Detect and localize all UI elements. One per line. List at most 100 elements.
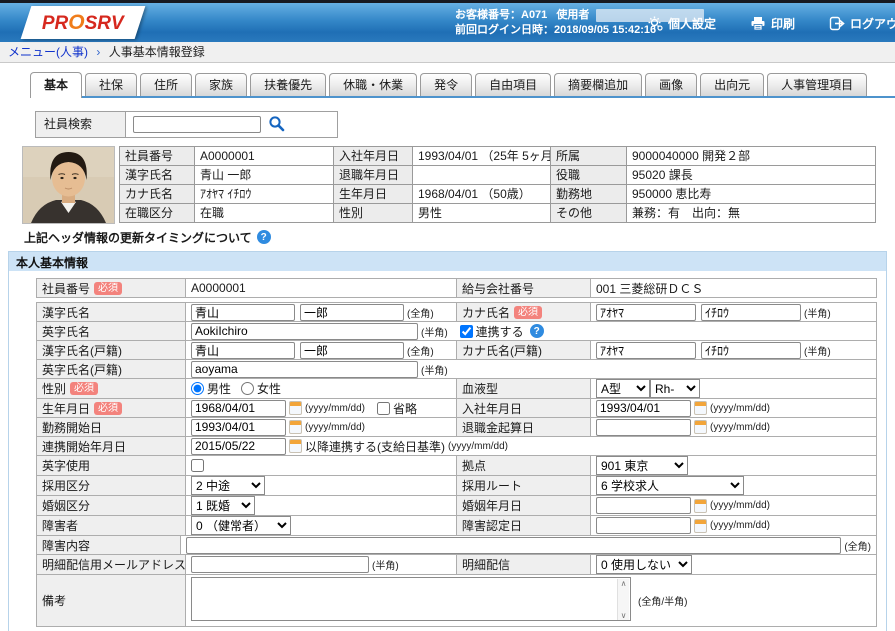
- konin-date-input[interactable]: [596, 497, 691, 514]
- birth-omit-label: 省略: [393, 400, 417, 417]
- tab-kyushoku[interactable]: 休職・休業: [329, 73, 417, 96]
- gender-male-label: 男性: [207, 380, 231, 397]
- kanji-first-name-input[interactable]: [300, 304, 404, 321]
- koseki-kanji-last-input[interactable]: [191, 342, 295, 359]
- calendar-icon[interactable]: [694, 499, 707, 513]
- row-eiji-use: 英字使用 拠点 901 東京: [36, 455, 877, 476]
- scroll-down-icon[interactable]: ∨: [621, 611, 627, 620]
- tab-shaho[interactable]: 社保: [85, 73, 137, 96]
- shogai-select[interactable]: 0 （健常者）: [191, 516, 291, 535]
- breadcrumb-menu-link[interactable]: メニュー(人事): [8, 45, 88, 59]
- field-label: 婚姻区分: [42, 497, 90, 514]
- eiji-name-input[interactable]: [191, 323, 418, 340]
- help-icon[interactable]: ?: [257, 230, 271, 244]
- shogai-date-input[interactable]: [596, 517, 691, 534]
- hire-date-input[interactable]: [596, 400, 691, 417]
- saiyo-route-select[interactable]: 6 学校求人: [596, 476, 744, 495]
- retire-base-input[interactable]: [596, 419, 691, 436]
- kana-last-name-input[interactable]: [596, 304, 696, 321]
- birth-omit-checkbox[interactable]: [377, 402, 390, 415]
- customer-number: お客様番号：A071: [455, 9, 547, 21]
- gender-female-radio[interactable]: [241, 382, 254, 395]
- logo-text: PR: [42, 13, 68, 34]
- meisai-select[interactable]: 0 使用しない: [596, 555, 692, 574]
- eiji-use-checkbox[interactable]: [191, 459, 204, 472]
- summary-label: 社員番号: [120, 147, 194, 165]
- date-format-hint: (yyyy/mm/dd): [710, 500, 770, 511]
- print-label: 印刷: [771, 15, 795, 32]
- summary-value: 1993/04/01 （25年 5ヶ月）: [413, 147, 550, 165]
- field-label: 婚姻年月日: [462, 497, 522, 514]
- zenkaku-hint: (全角): [407, 305, 434, 320]
- saiyo-kubun-select[interactable]: 2 中途: [191, 476, 265, 495]
- breadcrumb: メニュー(人事) › 人事基本情報登録: [0, 42, 895, 63]
- required-badge: 必須: [94, 282, 122, 295]
- tab-family[interactable]: 家族: [195, 73, 247, 96]
- field-label: 給与会社番号: [462, 280, 534, 297]
- tab-jinji-kanri[interactable]: 人事管理項目: [767, 73, 867, 96]
- field-label: 英字使用: [42, 457, 90, 474]
- shogai-naiyo-input[interactable]: [186, 537, 841, 554]
- koseki-kana-first-input[interactable]: [701, 342, 801, 359]
- form-table-top: 社員番号必須 A0000001 給与会社番号 001 三菱総研ＤＣＳ: [36, 278, 877, 298]
- date-format-hint: (yyyy/mm/dd): [710, 422, 770, 433]
- link-start-input[interactable]: [191, 438, 286, 455]
- search-icon[interactable]: [268, 115, 285, 135]
- employee-photo: [22, 146, 115, 224]
- koseki-eiji-name-input[interactable]: [191, 361, 418, 378]
- field-label: 連携開始年月日: [42, 438, 126, 455]
- work-start-input[interactable]: [191, 419, 286, 436]
- textarea-scrollbar[interactable]: ∧ ∨: [617, 579, 629, 620]
- konin-kubun-select[interactable]: 1 既婚: [191, 496, 255, 515]
- field-label: 採用ルート: [462, 477, 522, 494]
- logout-button[interactable]: ログアウト: [829, 15, 895, 32]
- blood-type-select[interactable]: A型: [596, 379, 650, 398]
- kanji-last-name-input[interactable]: [191, 304, 295, 321]
- tab-image[interactable]: 画像: [645, 73, 697, 96]
- calendar-icon[interactable]: [694, 519, 707, 533]
- koseki-kana-last-input[interactable]: [596, 342, 696, 359]
- base-select[interactable]: 901 東京: [596, 456, 688, 475]
- tab-shukko[interactable]: 出向元: [700, 73, 764, 96]
- prosrv-logo: PROSRV: [21, 6, 146, 39]
- field-label: カナ氏名: [462, 304, 510, 321]
- note-text: 上記ヘッダ情報の更新タイミングについて: [24, 229, 252, 246]
- logo-text-2: SRV: [85, 13, 124, 34]
- mail-input[interactable]: [191, 556, 369, 573]
- zen-han-hint: (全角/半角): [638, 593, 687, 608]
- tab-hatsurei[interactable]: 発令: [420, 73, 472, 96]
- summary-value: 青山 一郎: [195, 166, 333, 184]
- tab-bar: 基本 社保 住所 家族 扶養優先 休職・休業 発令 自由項目 摘要欄追加 画像 …: [30, 72, 895, 98]
- employee-search-input[interactable]: [133, 116, 261, 133]
- row-eiji-name: 英字氏名 (半角) 連携する ?: [36, 321, 877, 341]
- tab-address[interactable]: 住所: [140, 73, 192, 96]
- calendar-icon[interactable]: [289, 420, 302, 434]
- personal-settings-label: 個人設定: [668, 15, 716, 32]
- blood-rh-select[interactable]: Rh-: [650, 379, 700, 398]
- tab-basic[interactable]: 基本: [30, 72, 82, 98]
- calendar-icon[interactable]: [694, 401, 707, 415]
- tab-free-items[interactable]: 自由項目: [475, 73, 551, 96]
- birth-date-input[interactable]: [191, 400, 286, 417]
- kana-first-name-input[interactable]: [701, 304, 801, 321]
- renkei-checkbox[interactable]: [460, 325, 473, 338]
- calendar-icon[interactable]: [289, 439, 302, 453]
- summary-value: ｱｵﾔﾏ ｲﾁﾛｳ: [195, 185, 333, 203]
- print-button[interactable]: 印刷: [750, 15, 795, 32]
- row-mail: 明細配信用メールアドレス (半角) 明細配信 0 使用しない: [36, 554, 877, 575]
- gender-male-radio[interactable]: [191, 382, 204, 395]
- required-badge: 必須: [70, 382, 98, 395]
- summary-label: 在職区分: [120, 204, 194, 222]
- row-work-start: 勤務開始日 (yyyy/mm/dd) 退職金起算日 (yyyy/mm/dd): [36, 417, 877, 437]
- calendar-icon[interactable]: [694, 420, 707, 434]
- field-label: 障害者: [42, 517, 78, 534]
- koseki-kanji-first-input[interactable]: [300, 342, 404, 359]
- help-icon[interactable]: ?: [530, 324, 544, 338]
- employee-number-value: A0000001: [191, 281, 246, 295]
- scroll-up-icon[interactable]: ∧: [621, 579, 627, 588]
- personal-settings-button[interactable]: 個人設定: [648, 15, 716, 32]
- calendar-icon[interactable]: [289, 401, 302, 415]
- biko-textarea[interactable]: [191, 577, 631, 621]
- tab-tekiyo[interactable]: 摘要欄追加: [554, 73, 642, 96]
- tab-fuyou[interactable]: 扶養優先: [250, 73, 326, 96]
